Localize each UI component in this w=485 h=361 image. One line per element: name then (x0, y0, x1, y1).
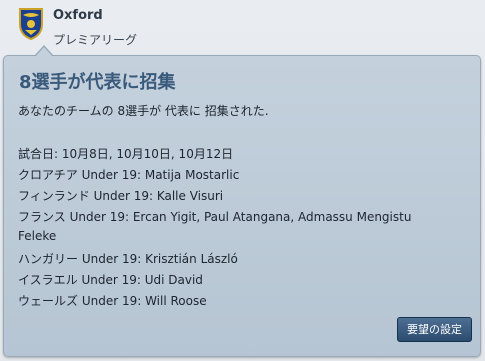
match-dates: 試合日: 10月8日, 10月10日, 10月12日 (18, 147, 234, 161)
callup-line: フランス Under 19: Ercan Yigit, Paul Atangan… (18, 210, 412, 224)
club-name[interactable]: Oxford (53, 8, 103, 23)
request-settings-button[interactable]: 要望の設定 (397, 317, 472, 342)
news-title: 8選手が代表に招集 (19, 72, 176, 93)
club-header: Oxford プレミアリーグ (0, 0, 485, 52)
callup-line: イスラエル Under 19: Udi David (18, 273, 203, 287)
news-intro: あなたのチームの 8選手が 代表に 招集された. (18, 104, 269, 118)
callup-line: フィンランド Under 19: Kalle Visuri (18, 189, 224, 203)
callup-line: クロアチア Under 19: Matija Mostarlic (18, 168, 240, 182)
callup-line: ハンガリー Under 19: Krisztián László (18, 252, 238, 266)
panel-pointer-fill (35, 47, 53, 57)
news-panel (3, 55, 481, 357)
club-crest-icon[interactable] (18, 6, 44, 40)
callup-line: Feleke (18, 229, 57, 243)
league-name[interactable]: プレミアリーグ (53, 31, 137, 48)
callup-line: ウェールズ Under 19: Will Roose (18, 294, 207, 308)
